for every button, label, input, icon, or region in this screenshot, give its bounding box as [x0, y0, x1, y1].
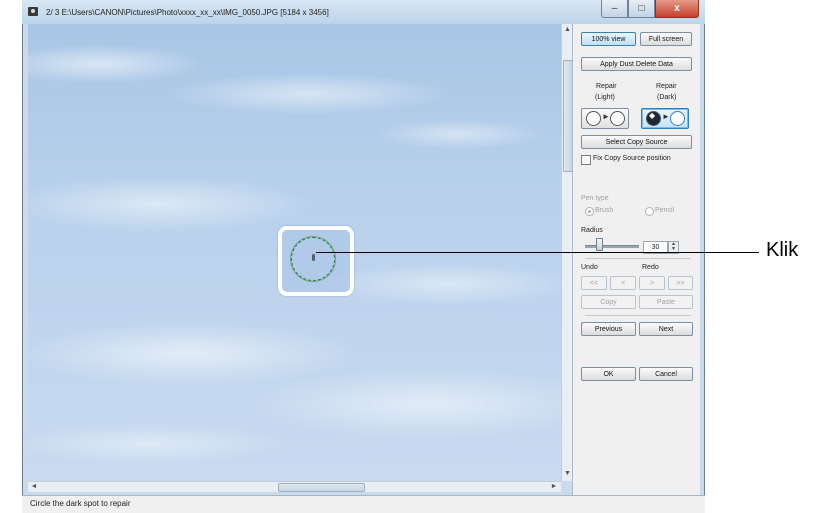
maximize-button[interactable]: □ [628, 0, 655, 18]
repair-light-sub-label: (Light) [595, 94, 615, 101]
undo-button[interactable]: < [610, 276, 636, 290]
camera-icon [28, 7, 38, 16]
redo-button[interactable]: > [639, 276, 665, 290]
status-bar: Circle the dark spot to repair [22, 495, 705, 513]
redo-all-button[interactable]: >> [668, 276, 693, 290]
repair-light-button[interactable]: ► [581, 108, 629, 129]
dust-spot[interactable] [312, 254, 315, 261]
status-text: Circle the dark spot to repair [30, 499, 131, 508]
full-screen-button[interactable]: Full screen [640, 32, 692, 46]
arrow-right-icon: ► [662, 112, 670, 121]
brush-label: Brush [595, 207, 614, 214]
next-button[interactable]: Next [639, 322, 693, 336]
dark-spot-icon [646, 111, 661, 126]
title-bar[interactable]: 2/ 3 E:\Users\CANON\Pictures\Photo\xxxx_… [22, 0, 705, 24]
close-button[interactable]: x [655, 0, 699, 18]
scroll-right-icon[interactable]: ► [548, 482, 560, 492]
brush-radio[interactable] [585, 207, 594, 216]
dust-repair-window: 2/ 3 E:\Users\CANON\Pictures\Photo\xxxx_… [22, 0, 705, 513]
select-copy-source-button[interactable]: Select Copy Source [581, 135, 692, 149]
repair-light-label: Repair [596, 83, 617, 90]
pencil-radio[interactable] [645, 207, 654, 216]
apply-dust-delete-button[interactable]: Apply Dust Delete Data [581, 57, 692, 71]
view-100-button[interactable]: 100% view [581, 32, 636, 46]
paste-button[interactable]: Paste [639, 295, 693, 309]
radius-slider-thumb[interactable] [596, 238, 603, 251]
window-title: 2/ 3 E:\Users\CANON\Pictures\Photo\xxxx_… [46, 8, 329, 17]
undo-label: Undo [581, 264, 598, 271]
tool-panel: 100% view Full screen Apply Dust Delete … [572, 24, 700, 495]
window-controls: – □ x [601, 0, 699, 18]
callout-line [316, 252, 759, 253]
pen-type-label: Pen type [581, 195, 609, 202]
divider [585, 315, 691, 316]
copy-button[interactable]: Copy [581, 295, 636, 309]
clean-circle-icon [670, 111, 685, 126]
ok-button[interactable]: OK [581, 367, 636, 381]
repair-dark-button[interactable]: ► [641, 108, 689, 129]
horizontal-scroll-thumb[interactable] [278, 483, 365, 492]
callout-label: Klik [766, 239, 799, 261]
radius-label: Radius [581, 227, 603, 234]
minimize-button[interactable]: – [601, 0, 628, 18]
previous-button[interactable]: Previous [581, 322, 636, 336]
fix-copy-source-label: Fix Copy Source position [593, 155, 671, 162]
horizontal-scrollbar[interactable]: ◄ ► [28, 481, 561, 492]
scroll-left-icon[interactable]: ◄ [28, 482, 40, 492]
undo-all-button[interactable]: << [581, 276, 607, 290]
fix-copy-source-checkbox[interactable] [581, 155, 591, 165]
pencil-label: Pencil [655, 207, 675, 214]
clean-circle-icon [610, 111, 625, 126]
repair-dark-sub-label: (Dark) [657, 94, 677, 101]
arrow-right-icon: ► [602, 112, 610, 121]
light-spot-icon [586, 111, 601, 126]
dust-spot-highlight [278, 226, 354, 296]
repair-dark-label: Repair [656, 83, 677, 90]
redo-label: Redo [642, 264, 659, 271]
cancel-button[interactable]: Cancel [639, 367, 693, 381]
divider [585, 258, 691, 259]
radius-slider-track[interactable] [585, 245, 639, 248]
